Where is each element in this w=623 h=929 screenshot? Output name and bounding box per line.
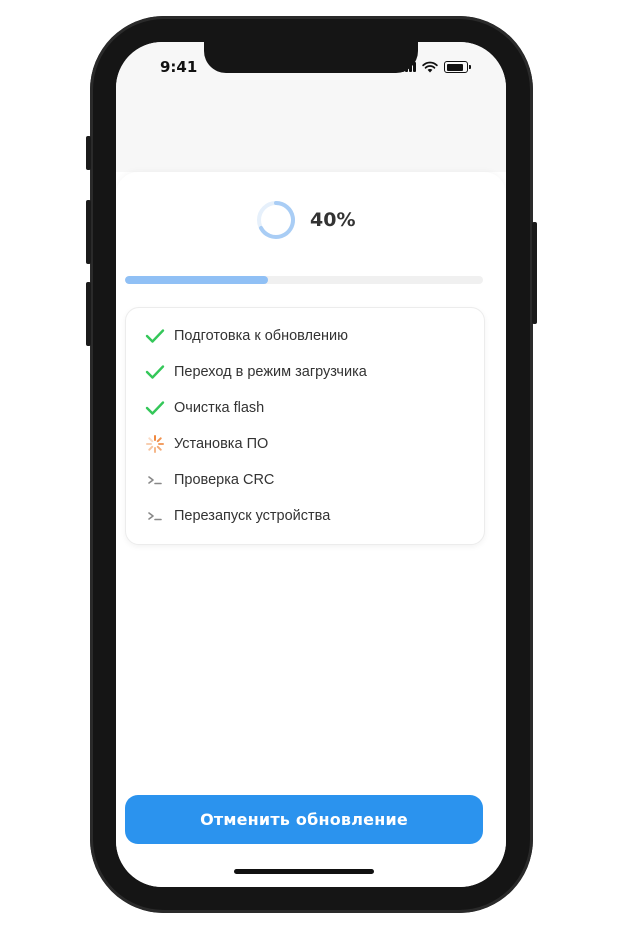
- home-indicator[interactable]: [234, 869, 374, 874]
- terminal-icon: [144, 506, 166, 526]
- volume-down-button: [86, 282, 91, 346]
- step-label: Переход в режим загрузчика: [174, 364, 367, 380]
- silent-switch: [86, 136, 91, 170]
- step-label: Проверка CRC: [174, 472, 275, 488]
- check-icon: [144, 398, 166, 418]
- step-bootloader: Переход в режим загрузчика: [144, 362, 367, 382]
- notch: [204, 42, 418, 73]
- step-install: Установка ПО: [144, 434, 268, 454]
- step-label: Подготовка к обновлению: [174, 328, 349, 344]
- steps-list: Подготовка к обновлению Переход в режим …: [125, 307, 485, 545]
- check-icon: [144, 326, 166, 346]
- spinner-icon: [144, 434, 166, 454]
- step-prepare: Подготовка к обновлению: [144, 326, 348, 346]
- progress-header: 40%: [256, 200, 355, 240]
- progress-percent: 40%: [310, 209, 356, 231]
- step-restart: Перезапуск устройства: [144, 506, 330, 526]
- step-crc: Проверка CRC: [144, 470, 274, 490]
- terminal-icon: [144, 470, 166, 490]
- step-label: Очистка flash: [174, 400, 265, 416]
- wifi-icon: [422, 61, 438, 73]
- battery-icon: [444, 61, 471, 73]
- volume-up-button: [86, 200, 91, 264]
- progress-bar-fill: [125, 276, 269, 284]
- power-button: [532, 222, 537, 324]
- check-icon: [144, 362, 166, 382]
- progress-ring-icon: [257, 201, 295, 239]
- step-label: Установка ПО: [174, 436, 269, 452]
- cancel-update-button[interactable]: Отменить обновление: [125, 795, 483, 844]
- screen: 9:41 40% Подготовка к обновлению Переход…: [116, 42, 506, 887]
- status-time: 9:41: [160, 58, 198, 76]
- step-label: Перезапуск устройства: [174, 508, 331, 524]
- progress-bar: [125, 276, 483, 284]
- step-flash-clear: Очистка flash: [144, 398, 264, 418]
